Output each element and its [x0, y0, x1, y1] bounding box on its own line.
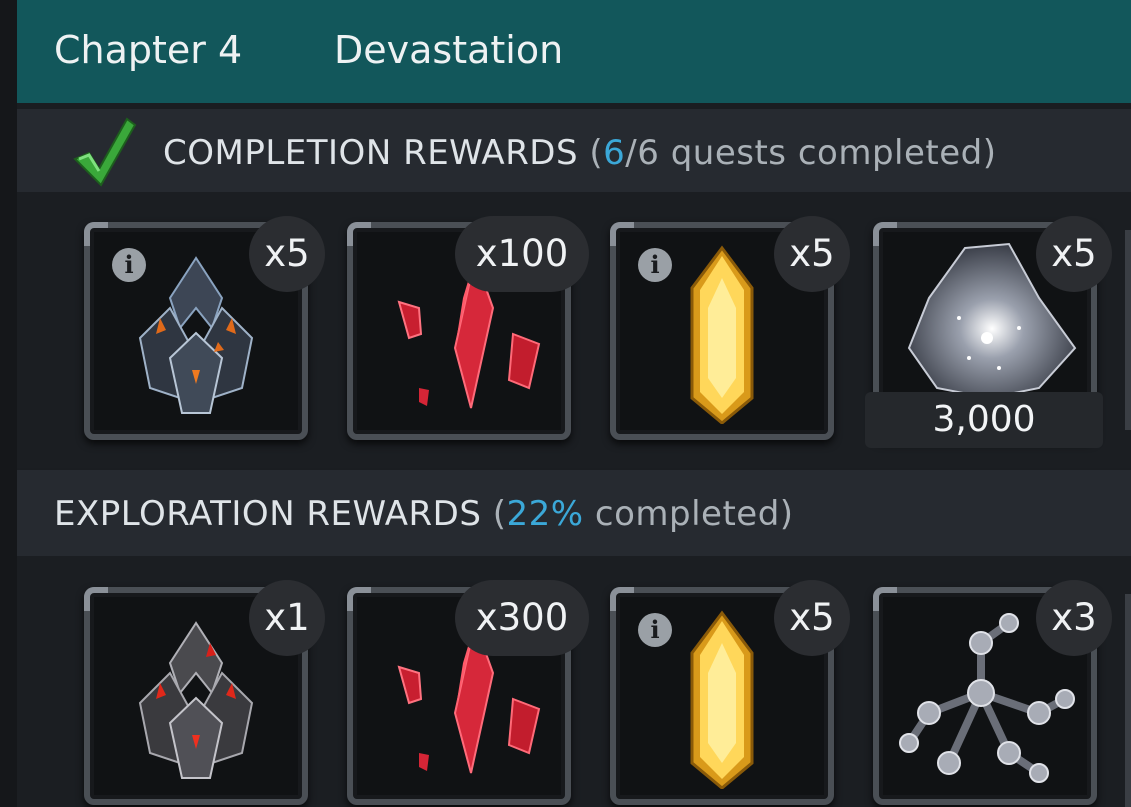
chapter-header: Chapter 4 Devastation — [17, 0, 1131, 103]
quantity-badge: x5 — [1036, 216, 1112, 292]
quests-total: 6 — [637, 133, 660, 173]
exploration-suffix: completed) — [583, 494, 794, 534]
info-icon[interactable]: i — [112, 248, 146, 282]
reward-amount: 3,000 — [865, 392, 1103, 448]
left-edge — [0, 0, 17, 807]
completion-rewards-header: COMPLETION REWARDS (6/6 quests completed… — [17, 109, 1131, 192]
paren: ( — [589, 133, 604, 173]
quantity-badge: x100 — [455, 216, 589, 292]
slash: / — [625, 133, 638, 173]
quantity-badge: x1 — [249, 580, 325, 656]
quantity-badge: x5 — [249, 216, 325, 292]
exploration-rewards-heading: EXPLORATION REWARDS (22% completed) — [54, 494, 794, 534]
checkmark-icon — [73, 117, 137, 187]
completion-label: COMPLETION REWARDS — [163, 133, 579, 173]
quests-done: 6 — [603, 133, 626, 173]
completion-rewards-heading: COMPLETION REWARDS (6/6 quests completed… — [163, 133, 997, 173]
chapter-number: Chapter 4 — [54, 28, 243, 72]
exploration-rewards-header: EXPLORATION REWARDS (22% completed) — [17, 470, 1131, 556]
paren: ( — [492, 494, 507, 534]
quantity-badge: x300 — [455, 580, 589, 656]
quantity-badge: x5 — [774, 216, 850, 292]
next-tile-edge — [1125, 594, 1131, 807]
chapter-title: Devastation — [334, 28, 564, 72]
quests-suffix: quests completed) — [659, 133, 997, 173]
exploration-label: EXPLORATION REWARDS — [54, 494, 482, 534]
exploration-percent: 22% — [506, 494, 584, 534]
quantity-badge: x3 — [1036, 580, 1112, 656]
info-icon[interactable]: i — [638, 613, 672, 647]
quantity-badge: x5 — [774, 580, 850, 656]
next-tile-edge — [1125, 230, 1131, 430]
info-icon[interactable]: i — [638, 248, 672, 282]
